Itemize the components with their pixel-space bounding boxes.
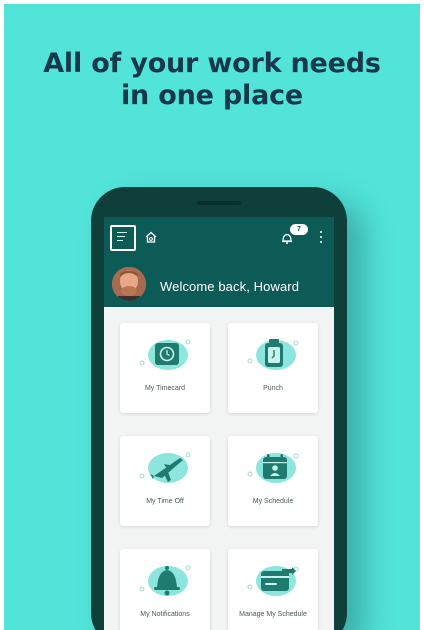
tile-my-time-off[interactable]: My Time Off	[120, 436, 210, 526]
calendar-edit-icon	[247, 566, 299, 596]
tile-manage-my-schedule[interactable]: Manage My Schedule	[228, 549, 318, 630]
headline-line-1: All of your work needs	[43, 48, 381, 79]
airplane-icon	[139, 452, 191, 483]
timecard-icon	[139, 339, 191, 370]
bell-icon	[139, 565, 191, 596]
tile-punch[interactable]: Punch	[228, 323, 318, 413]
app-header: 7 Welcome back, Howard	[104, 217, 334, 307]
menu-logo-button[interactable]	[110, 225, 136, 251]
tile-my-schedule[interactable]: My Schedule	[228, 436, 318, 526]
welcome-message: Welcome back, Howard	[160, 279, 300, 294]
home-icon[interactable]	[144, 230, 158, 244]
promo-background: All of your work needs in one place 7 We…	[4, 4, 420, 630]
phone-mockup: 7 Welcome back, Howard My Timecard Punch…	[91, 187, 347, 630]
notification-count-badge: 7	[290, 224, 308, 235]
headline-line-2: in one place	[120, 80, 304, 111]
punch-clock-icon	[247, 339, 299, 370]
headline: All of your work needs in one place	[4, 48, 420, 112]
avatar-photo	[112, 267, 146, 301]
tile-my-notifications[interactable]: My Notifications	[120, 549, 210, 630]
tile-label: My Timecard	[144, 385, 186, 392]
phone-speaker	[197, 201, 241, 205]
calendar-person-icon	[247, 453, 299, 483]
tile-label: My Time Off	[146, 498, 184, 505]
more-options-icon[interactable]	[318, 231, 324, 245]
user-avatar[interactable]	[110, 265, 148, 303]
app-screen: 7 Welcome back, Howard My Timecard Punch…	[104, 217, 334, 630]
tile-label: Punch	[263, 385, 283, 392]
tile-label: Manage My Schedule	[239, 611, 307, 618]
tile-my-timecard[interactable]: My Timecard	[120, 323, 210, 413]
tile-label: My Notifications	[140, 611, 190, 618]
tile-label: My Schedule	[252, 498, 294, 505]
